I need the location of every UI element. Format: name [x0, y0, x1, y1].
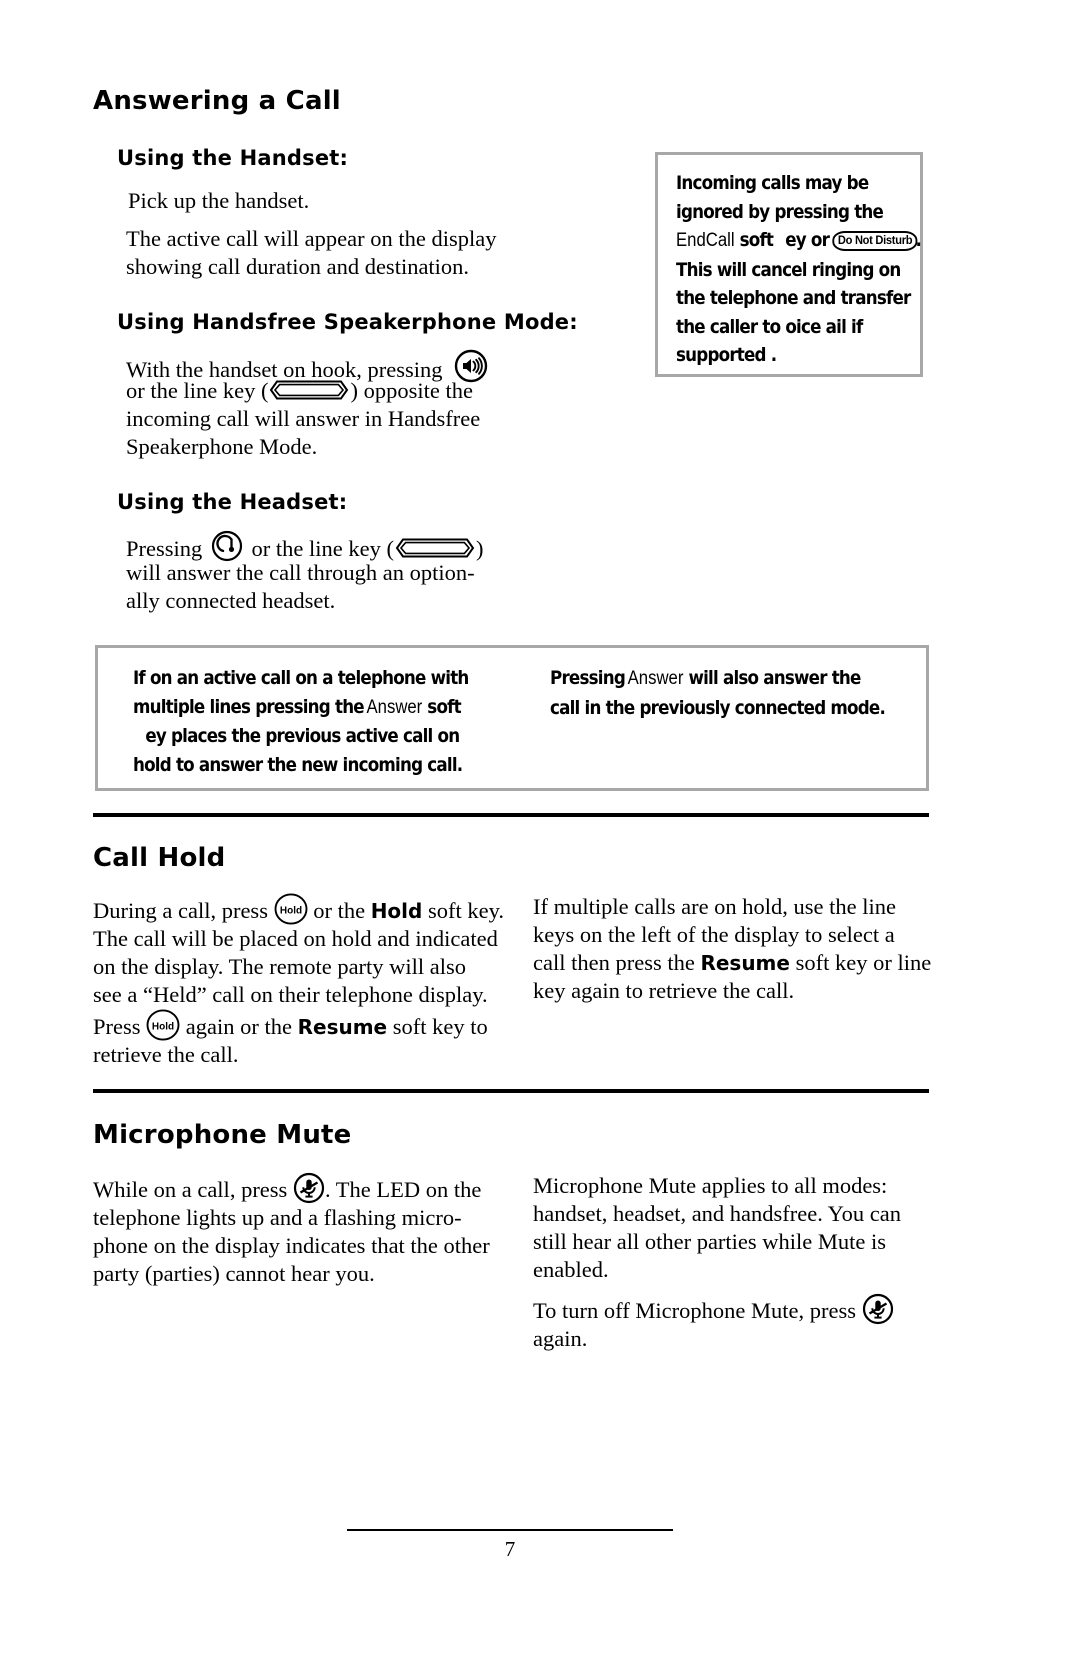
note-box-answer: If on an active call on a telephone with… — [95, 645, 929, 791]
heading-using-the-headset: Using the Headset: — [117, 490, 348, 514]
mic-mute-right-line-3: still hear all other parties while Mute … — [533, 1229, 887, 1254]
mic-mute-right-line-4: enabled. — [533, 1257, 609, 1282]
hold-button-icon: Hold — [274, 893, 308, 925]
call-hold-l1-before: During a call, press — [93, 898, 268, 923]
call-hold-right-line-4: key again to retrieve the call. — [533, 978, 795, 1003]
mic-mute-left-column: While on a call, press . The LED on the … — [93, 1172, 513, 1288]
call-hold-r3-after: soft key or line — [795, 950, 932, 975]
call-hold-l1-after: soft key. — [427, 898, 504, 923]
mic-mute-right-line-2: handset, headset, and handsfree. You can — [533, 1201, 902, 1226]
headset-line-1-after: ) — [475, 536, 484, 561]
heading-using-handsfree-speakerphone-mode: Using Handsfree Speakerphone Mode: — [117, 310, 578, 334]
heading-microphone-mute: Microphone Mute — [93, 1120, 352, 1150]
note-answer-right-answer: Answer — [627, 668, 684, 689]
note-answer-right-rest: will also answer the — [688, 667, 861, 689]
handset-step-2-line-1: The active call will appear on the displ… — [126, 226, 497, 251]
call-hold-left-line-4: see a “Held” call on their telephone dis… — [93, 982, 488, 1007]
call-hold-left-line-6: retrieve the call. — [93, 1042, 239, 1067]
call-hold-right-line-1: If multiple calls are on hold, use the l… — [533, 894, 897, 919]
resume-soft-key-label: Resume — [297, 1015, 388, 1039]
speakerphone-line-3: incoming call will answer in Handsfree — [126, 406, 481, 431]
call-hold-l5-before: Press — [93, 1014, 141, 1039]
call-hold-r3-before: call then press the — [533, 950, 695, 975]
call-hold-l5-after: soft key to — [392, 1014, 488, 1039]
note-dnd-endcall: EndCall — [676, 230, 735, 251]
hold-soft-key-label: Hold — [370, 899, 423, 923]
note-answer-right-pressing: Pressing — [550, 667, 626, 689]
call-hold-left-line-1: During a call, press Hold or the Hold so… — [93, 893, 513, 925]
note-answer-right-column: Pressing Answer will also answer the call… — [550, 664, 931, 722]
call-hold-l1-mid: or the — [313, 898, 366, 923]
note-dnd-ey-or: ey or — [785, 229, 830, 251]
headset-line-1-mid: or the line key ( — [251, 536, 394, 561]
call-hold-right-line-2: keys on the left of the display to selec… — [533, 922, 895, 947]
footer-divider — [347, 1529, 673, 1531]
page-title: Answering a Call — [93, 86, 341, 116]
note-answer-right-line-2: call in the previously connected mode. — [550, 696, 886, 719]
call-hold-left-line-2: The call will be placed on hold and indi… — [93, 926, 498, 951]
headset-line-3: ally connected headset. — [126, 588, 336, 613]
note-answer-left-line-2: multiple lines pressing the Answer soft — [133, 693, 469, 723]
note-answer-left-soft: soft — [427, 695, 461, 718]
mic-mute-l1-after: . The LED on the — [324, 1177, 482, 1202]
note-answer-left-line-4: hold to answer the new incoming call. — [133, 753, 463, 776]
call-hold-left-column: During a call, press Hold or the Hold so… — [93, 893, 513, 1069]
mic-mute-l1-before: While on a call, press — [93, 1177, 288, 1202]
note-dnd-soft: soft — [739, 229, 774, 251]
call-hold-left-line-3: on the display. The remote party will al… — [93, 954, 467, 979]
mic-mute-left-line-3: phone on the display indicates that the … — [93, 1233, 490, 1258]
note-dnd-line-5: the telephone and transfer — [676, 287, 911, 309]
resume-soft-key-label: Resume — [700, 951, 790, 975]
mic-mute-left-line-4: party (parties) cannot hear you. — [93, 1261, 375, 1286]
headset-icon — [211, 530, 243, 562]
speakerphone-line-2-after: ) opposite the — [350, 378, 473, 403]
call-hold-right-line-3: call then press the Resume soft key or l… — [533, 949, 933, 977]
note-dnd-line-2: ignored by pressing the — [676, 200, 884, 223]
speakerphone-line-4: Speakerphone Mode. — [126, 434, 318, 459]
do-not-disturb-badge[interactable]: Do Not Disturb — [832, 231, 918, 251]
page-number: 7 — [504, 1537, 516, 1561]
note-answer-left-answer: Answer — [366, 696, 423, 718]
svg-text:Hold: Hold — [279, 906, 301, 917]
heading-using-the-handset: Using the Handset: — [117, 146, 349, 170]
hold-button-icon: Hold — [146, 1009, 180, 1041]
svg-text:Hold: Hold — [152, 1022, 174, 1033]
heading-call-hold: Call Hold — [93, 843, 226, 873]
mute-microphone-icon — [293, 1172, 325, 1204]
document-page: Answering a Call Using the Handset: Pick… — [0, 0, 1080, 1669]
section-divider-1 — [93, 813, 929, 817]
note-answer-left-column: If on an active call on a telephone with… — [133, 664, 514, 779]
headset-line-2: will answer the call through an option- — [126, 560, 475, 585]
call-hold-l5-mid: again or the — [185, 1014, 292, 1039]
note-answer-left-line-1: If on an active call on a telephone with — [133, 667, 469, 689]
note-dnd-line-7: supported . — [676, 344, 777, 366]
note-answer-right-line-1: Pressing Answer will also answer the — [550, 664, 885, 694]
mic-mute-left-line-2: telephone lights up and a flashing micro… — [93, 1205, 462, 1230]
mic-mute-left-line-1: While on a call, press . The LED on the — [93, 1172, 513, 1204]
note-dnd-line-3: EndCall soft ey or Do Not Disturb. — [676, 226, 922, 256]
note-answer-left-line-3: ey places the previous active call on — [145, 725, 460, 747]
note-box-do-not-disturb: Incoming calls may be ignored by pressin… — [655, 152, 923, 377]
section-divider-2 — [93, 1089, 929, 1093]
call-hold-right-column: If multiple calls are on hold, use the l… — [533, 893, 933, 1005]
call-hold-left-line-5: Press Hold again or the Resume soft key … — [93, 1009, 513, 1041]
handset-step-2-line-2: showing call duration and destination. — [126, 254, 470, 279]
headset-line-1-before: Pressing — [126, 536, 203, 561]
note-dnd-line-6: the caller to oice ail if — [676, 315, 863, 338]
note-answer-left-line-2a: multiple lines pressing the — [133, 695, 365, 718]
mic-mute-right-column: Microphone Mute applies to all modes: ha… — [533, 1172, 933, 1353]
mic-mute-r5-before: To turn off Microphone Mute, press — [533, 1298, 856, 1323]
note-dnd-line-4: This will cancel ringing on — [676, 258, 901, 281]
note-dnd-text: Incoming calls may be ignored by pressin… — [676, 169, 954, 370]
speakerphone-line-2-before: or the line key ( — [126, 378, 269, 403]
handset-step-1: Pick up the handset. — [128, 188, 310, 213]
mic-mute-right-line-6: again. — [533, 1326, 588, 1351]
mute-microphone-icon — [862, 1293, 894, 1325]
mic-mute-right-line-5: To turn off Microphone Mute, press — [533, 1293, 933, 1325]
note-dnd-line-1: Incoming calls may be — [676, 172, 869, 194]
mic-mute-right-line-1: Microphone Mute applies to all modes: — [533, 1173, 888, 1198]
